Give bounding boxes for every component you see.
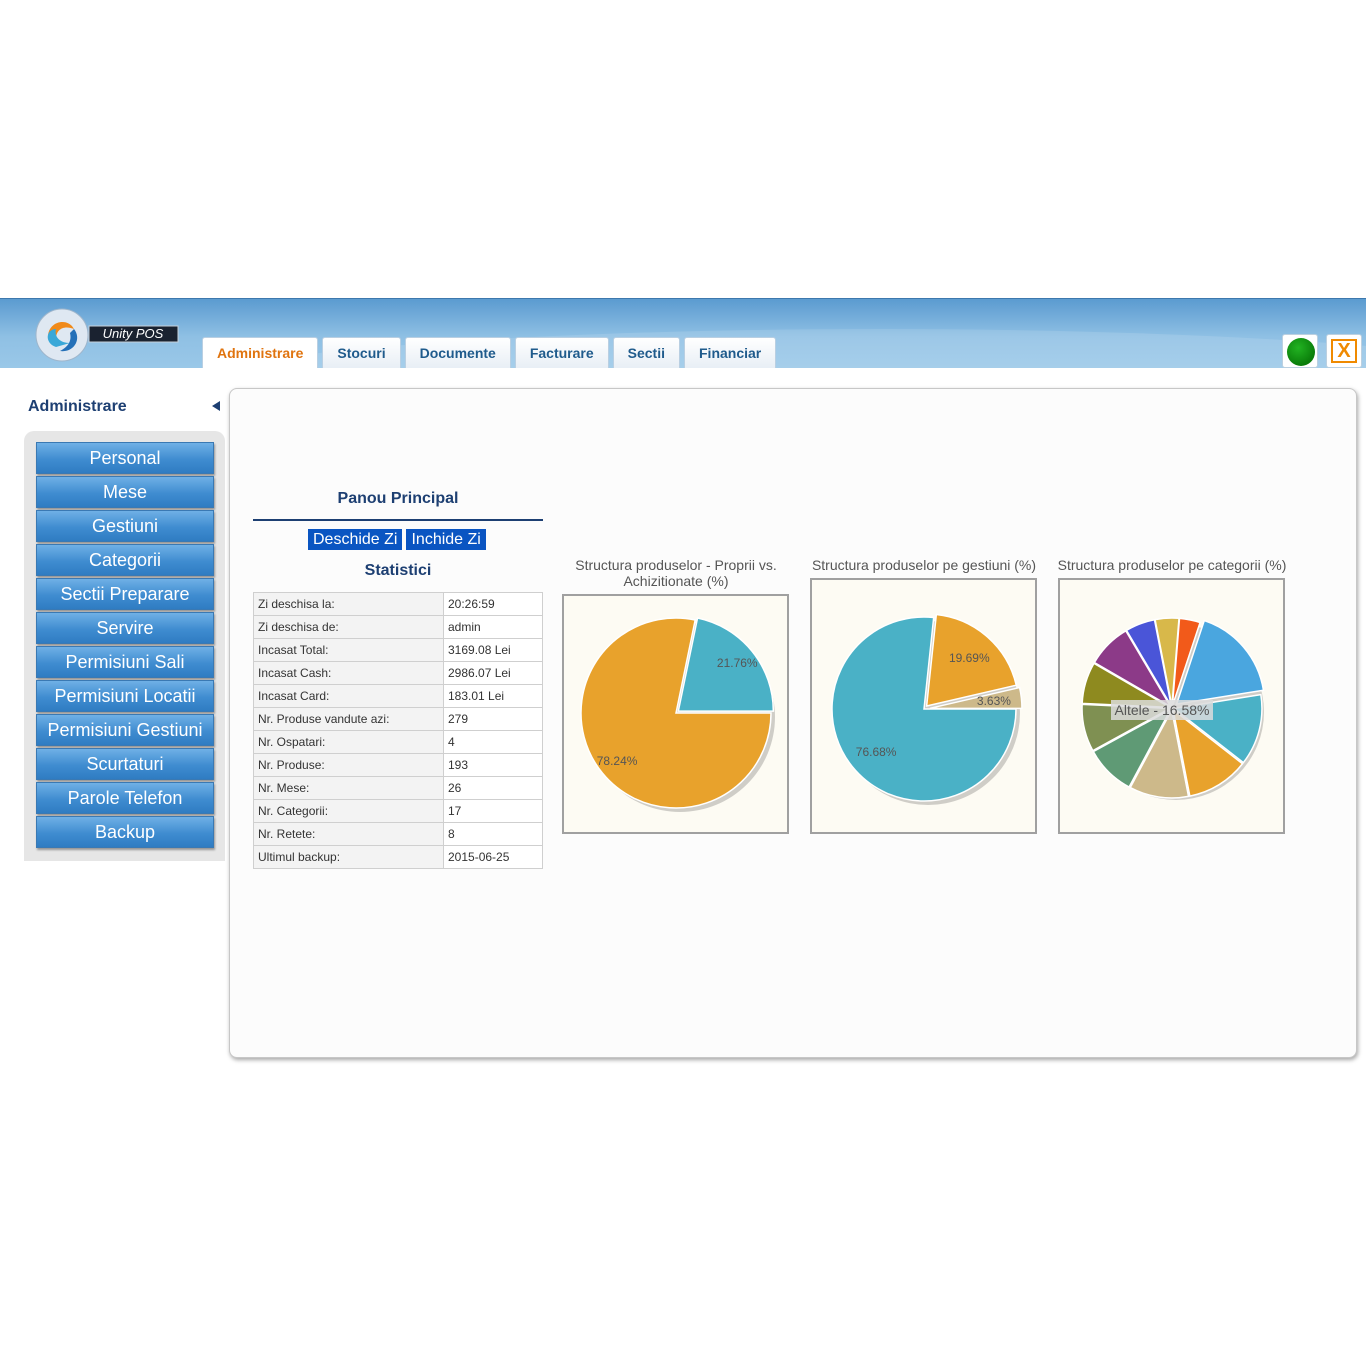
stat-label: Nr. Produse: [253, 753, 444, 777]
tab-stocuri[interactable]: Stocuri [322, 337, 401, 368]
stat-value: 2986.07 Lei [443, 661, 543, 685]
app-header: Unity POS Administrare Stocuri Documente… [0, 298, 1366, 368]
table-row: Incasat Total: 3169.08 Lei [253, 638, 543, 662]
stat-value: admin [443, 615, 543, 639]
stat-label: Incasat Cash: [253, 661, 444, 685]
stat-label: Nr. Mese: [253, 776, 444, 800]
stats-table: Zi deschisa la: 20:26:59 Zi deschisa de: a… [253, 592, 543, 869]
tab-documente[interactable]: Documente [404, 337, 511, 368]
stat-value: 193 [443, 753, 543, 777]
chart-1-title: Structura produselor - Proprii vs. Achiz… [560, 557, 792, 589]
stat-value: 26 [443, 776, 543, 800]
open-day-button[interactable]: Deschide Zi [308, 529, 403, 550]
stat-label: Nr. Ospatari: [253, 730, 444, 754]
status-button[interactable] [1282, 334, 1318, 368]
table-row: Nr. Categorii: 17 [253, 799, 543, 823]
stat-label: Incasat Total: [253, 638, 444, 662]
pie-chart-3-svg: Altele - 16.58% [1081, 617, 1265, 800]
app-logo: Unity POS [34, 307, 184, 363]
sidebar-title: Administrare [28, 398, 127, 415]
stat-label: Incasat Card: [253, 684, 444, 708]
main-tabs: Administrare Stocuri Documente Facturare… [202, 337, 777, 368]
stat-value: 17 [443, 799, 543, 823]
close-button[interactable]: X [1326, 334, 1362, 368]
chart-1-title-line1: Structura produselor - Proprii vs. [575, 557, 777, 573]
page-title: Panou Principal [337, 490, 459, 507]
sidebar-item-sectii-preparare[interactable]: Sectii Preparare [36, 578, 214, 610]
table-row: Ultimul backup: 2015-06-25 [253, 845, 543, 869]
table-row: Nr. Produse: 193 [253, 753, 543, 777]
sidebar-item-parole-telefon[interactable]: Parole Telefon [36, 782, 214, 814]
pie-chart-categorii: Altele - 16.58% [1058, 578, 1285, 834]
chart-1-title-line2: Achizitionate (%) [623, 573, 729, 589]
stat-label: Nr. Categorii: [253, 799, 444, 823]
collapse-arrow-icon[interactable] [212, 401, 220, 411]
green-status-icon [1287, 338, 1315, 366]
logo-text: Unity POS [103, 326, 164, 341]
pie-slice-label: 19.69% [949, 651, 990, 665]
sidebar-item-permisiuni-sali[interactable]: Permisiuni Sali [36, 646, 214, 678]
stat-label: Zi deschisa la: [253, 592, 444, 616]
day-buttons: Deschide Zi Inchide Zi [308, 529, 486, 550]
pie-slice-label: 21.76% [717, 656, 758, 670]
sidebar-menu: Personal Mese Gestiuni Categorii Sectii … [36, 442, 214, 850]
sidebar-item-personal[interactable]: Personal [36, 442, 214, 474]
stat-value: 8 [443, 822, 543, 846]
tab-financiar[interactable]: Financiar [684, 337, 777, 368]
stat-value: 4 [443, 730, 543, 754]
table-row: Nr. Mese: 26 [253, 776, 543, 800]
sidebar-item-backup[interactable]: Backup [36, 816, 214, 848]
pie-chart-1-svg: 78.24% 21.76% [580, 617, 775, 812]
close-icon: X [1331, 339, 1357, 363]
stat-label: Nr. Retete: [253, 822, 444, 846]
sidebar-item-permisiuni-locatii[interactable]: Permisiuni Locatii [36, 680, 214, 712]
pie-chart-gestiuni: 76.68% 19.69% 3.63% [810, 578, 1037, 834]
stat-value: 279 [443, 707, 543, 731]
stat-value: 20:26:59 [443, 592, 543, 616]
pie-slice-label: 3.63% [977, 694, 1011, 708]
close-day-button[interactable]: Inchide Zi [406, 529, 486, 550]
title-divider [253, 519, 543, 521]
pie-chart-proprii-achizitionate: 78.24% 21.76% [562, 594, 789, 834]
pie-chart-2-svg: 76.68% 19.69% 3.63% [831, 613, 1023, 805]
table-row: Nr. Produse vandute azi: 279 [253, 707, 543, 731]
tab-administrare[interactable]: Administrare [202, 337, 319, 368]
table-row: Incasat Cash: 2986.07 Lei [253, 661, 543, 685]
table-row: Nr. Retete: 8 [253, 822, 543, 846]
tab-sectii[interactable]: Sectii [612, 337, 680, 368]
stats-title: Statistici [364, 562, 432, 579]
sidebar-item-gestiuni[interactable]: Gestiuni [36, 510, 214, 542]
stat-label: Ultimul backup: [253, 845, 444, 869]
table-row: Zi deschisa la: 20:26:59 [253, 592, 543, 616]
sidebar-item-mese[interactable]: Mese [36, 476, 214, 508]
table-row: Incasat Card: 183.01 Lei [253, 684, 543, 708]
stat-label: Zi deschisa de: [253, 615, 444, 639]
pie-slice-label: 78.24% [597, 754, 638, 768]
sidebar-item-servire[interactable]: Servire [36, 612, 214, 644]
chart-3-title: Structura produselor pe categorii (%) [1057, 557, 1287, 573]
stat-value: 2015-06-25 [443, 845, 543, 869]
tooltip-text: Altele - 16.58% [1115, 702, 1210, 718]
table-row: Zi deschisa de: admin [253, 615, 543, 639]
sidebar-item-permisiuni-gestiuni[interactable]: Permisiuni Gestiuni [36, 714, 214, 746]
table-row: Nr. Ospatari: 4 [253, 730, 543, 754]
chart-2-title: Structura produselor pe gestiuni (%) [811, 557, 1037, 573]
stat-value: 3169.08 Lei [443, 638, 543, 662]
sidebar-item-categorii[interactable]: Categorii [36, 544, 214, 576]
stat-label: Nr. Produse vandute azi: [253, 707, 444, 731]
stat-value: 183.01 Lei [443, 684, 543, 708]
sidebar-item-scurtaturi[interactable]: Scurtaturi [36, 748, 214, 780]
pie-hover-tooltip: Altele - 16.58% [1111, 700, 1213, 720]
tab-facturare[interactable]: Facturare [514, 337, 609, 368]
pie-slice-label: 76.68% [856, 745, 897, 759]
